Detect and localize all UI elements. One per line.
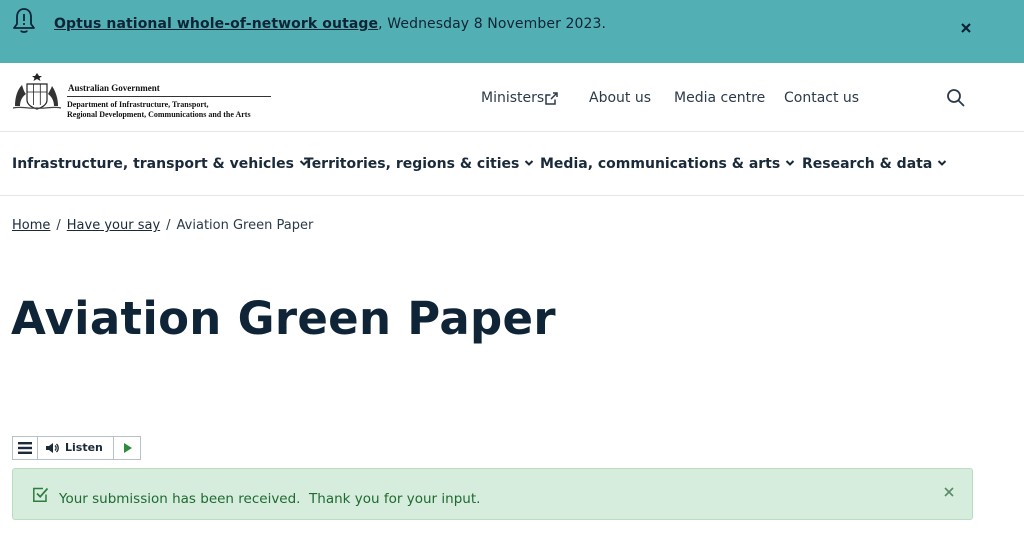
breadcrumb-have-your-say[interactable]: Have your say xyxy=(67,218,160,233)
nav-media-communications[interactable]: Media, communications & arts xyxy=(540,156,795,172)
department-name-line2: Regional Development, Communications and… xyxy=(67,110,251,119)
ministers-link[interactable]: Ministers xyxy=(481,90,544,106)
nav-item-label: Territories, regions & cities xyxy=(304,156,520,172)
listen-player: Listen xyxy=(12,436,141,460)
nav-research-data[interactable]: Research & data xyxy=(802,156,947,172)
breadcrumb-separator: / xyxy=(56,218,61,233)
nav-item-label: Media, communications & arts xyxy=(540,156,781,172)
search-icon[interactable] xyxy=(945,87,967,109)
success-text: Your submission has been received. Thank… xyxy=(59,491,481,507)
nav-territories[interactable]: Territories, regions & cities xyxy=(304,156,534,172)
menu-icon xyxy=(18,442,32,454)
listen-label: Listen xyxy=(65,441,103,454)
about-us-link[interactable]: About us xyxy=(589,90,651,106)
alert-link[interactable]: Optus national whole-of-network outage xyxy=(54,16,378,32)
chevron-down-icon xyxy=(785,160,795,166)
breadcrumb-home[interactable]: Home xyxy=(12,218,50,233)
listen-menu-button[interactable] xyxy=(13,437,38,459)
alert-date-text: , Wednesday 8 November 2023. xyxy=(378,16,607,32)
bell-icon xyxy=(13,8,35,33)
government-name: Australian Government xyxy=(68,83,160,93)
speaker-icon xyxy=(46,443,59,453)
nav-item-label: Research & data xyxy=(802,156,933,172)
alert-message: Optus national whole-of-network outage, … xyxy=(54,16,606,32)
site-header: Australian Government Department of Infr… xyxy=(0,63,1024,132)
breadcrumb-current: Aviation Green Paper xyxy=(176,218,314,233)
coat-of-arms-logo[interactable] xyxy=(11,72,63,112)
page-title: Aviation Green Paper xyxy=(11,292,556,345)
listen-button[interactable]: Listen xyxy=(38,437,114,459)
play-icon xyxy=(124,443,132,453)
play-button[interactable] xyxy=(114,437,141,459)
external-link-icon xyxy=(545,92,558,105)
success-message: Your submission has been received. Thank… xyxy=(12,468,973,520)
breadcrumb: Home / Have your say / Aviation Green Paper xyxy=(12,218,313,233)
nav-infrastructure[interactable]: Infrastructure, transport & vehicles xyxy=(12,156,309,172)
checkbox-check-icon xyxy=(33,487,49,502)
close-icon[interactable] xyxy=(957,19,975,37)
contact-us-link[interactable]: Contact us xyxy=(784,90,859,106)
nav-item-label: Infrastructure, transport & vehicles xyxy=(12,156,294,172)
main-navigation: Infrastructure, transport & vehicles Ter… xyxy=(0,132,1024,196)
close-icon[interactable] xyxy=(943,486,955,498)
chevron-down-icon xyxy=(938,160,947,166)
chevron-down-icon xyxy=(525,160,534,166)
media-centre-link[interactable]: Media centre xyxy=(674,90,765,106)
alert-banner: Optus national whole-of-network outage, … xyxy=(0,0,1024,63)
department-name-line1: Department of Infrastructure, Transport, xyxy=(67,100,209,109)
breadcrumb-separator: / xyxy=(166,218,171,233)
logo-divider xyxy=(67,96,271,97)
